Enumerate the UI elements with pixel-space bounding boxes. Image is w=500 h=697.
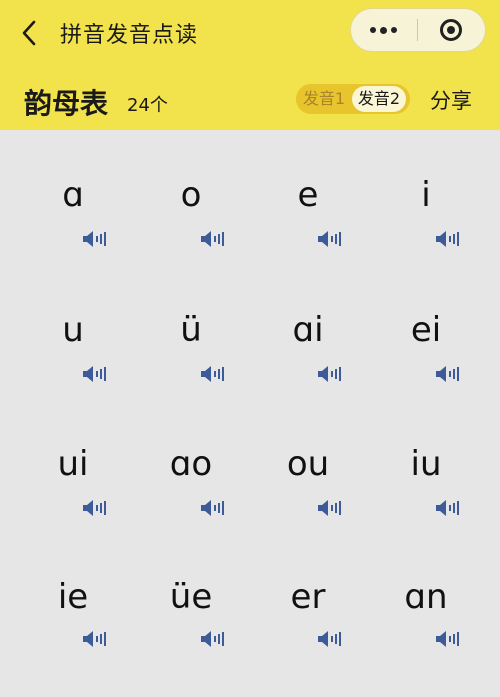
- back-button[interactable]: [14, 18, 44, 48]
- final-cell[interactable]: o: [136, 175, 246, 295]
- final-cell[interactable]: üe: [136, 577, 246, 697]
- speaker-icon[interactable]: [435, 630, 461, 648]
- speaker-icon[interactable]: [435, 499, 461, 517]
- page-title: 韵母表: [24, 87, 109, 120]
- final-cell[interactable]: iu: [371, 444, 481, 564]
- final-letter: ɑn: [404, 577, 448, 617]
- final-letter: ɑi: [292, 310, 324, 350]
- speaker-icon[interactable]: [200, 630, 226, 648]
- speaker-icon[interactable]: [317, 499, 343, 517]
- final-letter: er: [290, 577, 326, 617]
- item-count: 24个: [127, 95, 168, 116]
- mini-program-capsule: [350, 8, 486, 52]
- pronunciation-option-1[interactable]: 发音1: [298, 84, 350, 114]
- final-cell[interactable]: u: [18, 310, 128, 430]
- final-letter: ɑ: [62, 175, 84, 215]
- final-letter: i: [421, 175, 431, 215]
- final-cell[interactable]: ou: [253, 444, 363, 564]
- final-letter: ei: [410, 310, 442, 350]
- final-letter: e: [297, 175, 319, 215]
- final-letter: ɑo: [169, 444, 213, 484]
- speaker-icon[interactable]: [82, 630, 108, 648]
- more-dots-icon: [370, 26, 398, 34]
- speaker-icon[interactable]: [317, 230, 343, 248]
- final-letter: ou: [286, 444, 330, 484]
- pronunciation-option-2[interactable]: 发音2: [352, 86, 406, 112]
- target-circle-icon: [440, 19, 463, 41]
- speaker-icon[interactable]: [82, 230, 108, 248]
- final-cell[interactable]: e: [253, 175, 363, 295]
- speaker-icon[interactable]: [82, 499, 108, 517]
- final-letter: ui: [57, 444, 89, 484]
- final-letter: üe: [169, 577, 213, 617]
- speaker-icon[interactable]: [200, 365, 226, 383]
- final-cell[interactable]: ui: [18, 444, 128, 564]
- speaker-icon[interactable]: [200, 230, 226, 248]
- speaker-icon[interactable]: [435, 230, 461, 248]
- share-button[interactable]: 分享: [430, 85, 472, 115]
- sub-header: 韵母表 24个 发音1 发音2 分享: [0, 66, 500, 130]
- final-cell[interactable]: ie: [18, 577, 128, 697]
- more-button[interactable]: [351, 8, 417, 52]
- speaker-icon[interactable]: [317, 365, 343, 383]
- final-letter: u: [62, 310, 84, 350]
- close-button[interactable]: [418, 8, 486, 52]
- final-cell[interactable]: ɑo: [136, 444, 246, 564]
- final-cell[interactable]: er: [253, 577, 363, 697]
- final-letter: ie: [57, 577, 89, 617]
- app-header: 拼音发音点读 韵母表 24个 发音1 发音2 分享: [0, 0, 500, 130]
- final-cell[interactable]: ei: [371, 310, 481, 430]
- nav-bar: 拼音发音点读: [0, 0, 500, 66]
- final-cell[interactable]: ɑi: [253, 310, 363, 430]
- final-letter: o: [180, 175, 202, 215]
- final-cell[interactable]: ɑ: [18, 175, 128, 295]
- speaker-icon[interactable]: [82, 365, 108, 383]
- final-cell[interactable]: ü: [136, 310, 246, 430]
- speaker-icon[interactable]: [435, 365, 461, 383]
- final-cell[interactable]: ɑn: [371, 577, 481, 697]
- nav-title: 拼音发音点读: [60, 23, 199, 48]
- final-letter: ü: [180, 310, 202, 350]
- final-letter: iu: [410, 444, 442, 484]
- pronunciation-toggle: 发音1 发音2: [296, 84, 410, 114]
- speaker-icon[interactable]: [200, 499, 226, 517]
- speaker-icon[interactable]: [317, 630, 343, 648]
- finals-grid: ɑ o e i u ü ɑi ei ui ɑo ou iu ie üe er ɑn: [0, 130, 500, 653]
- final-cell[interactable]: i: [371, 175, 481, 295]
- chevron-left-icon: [22, 20, 36, 46]
